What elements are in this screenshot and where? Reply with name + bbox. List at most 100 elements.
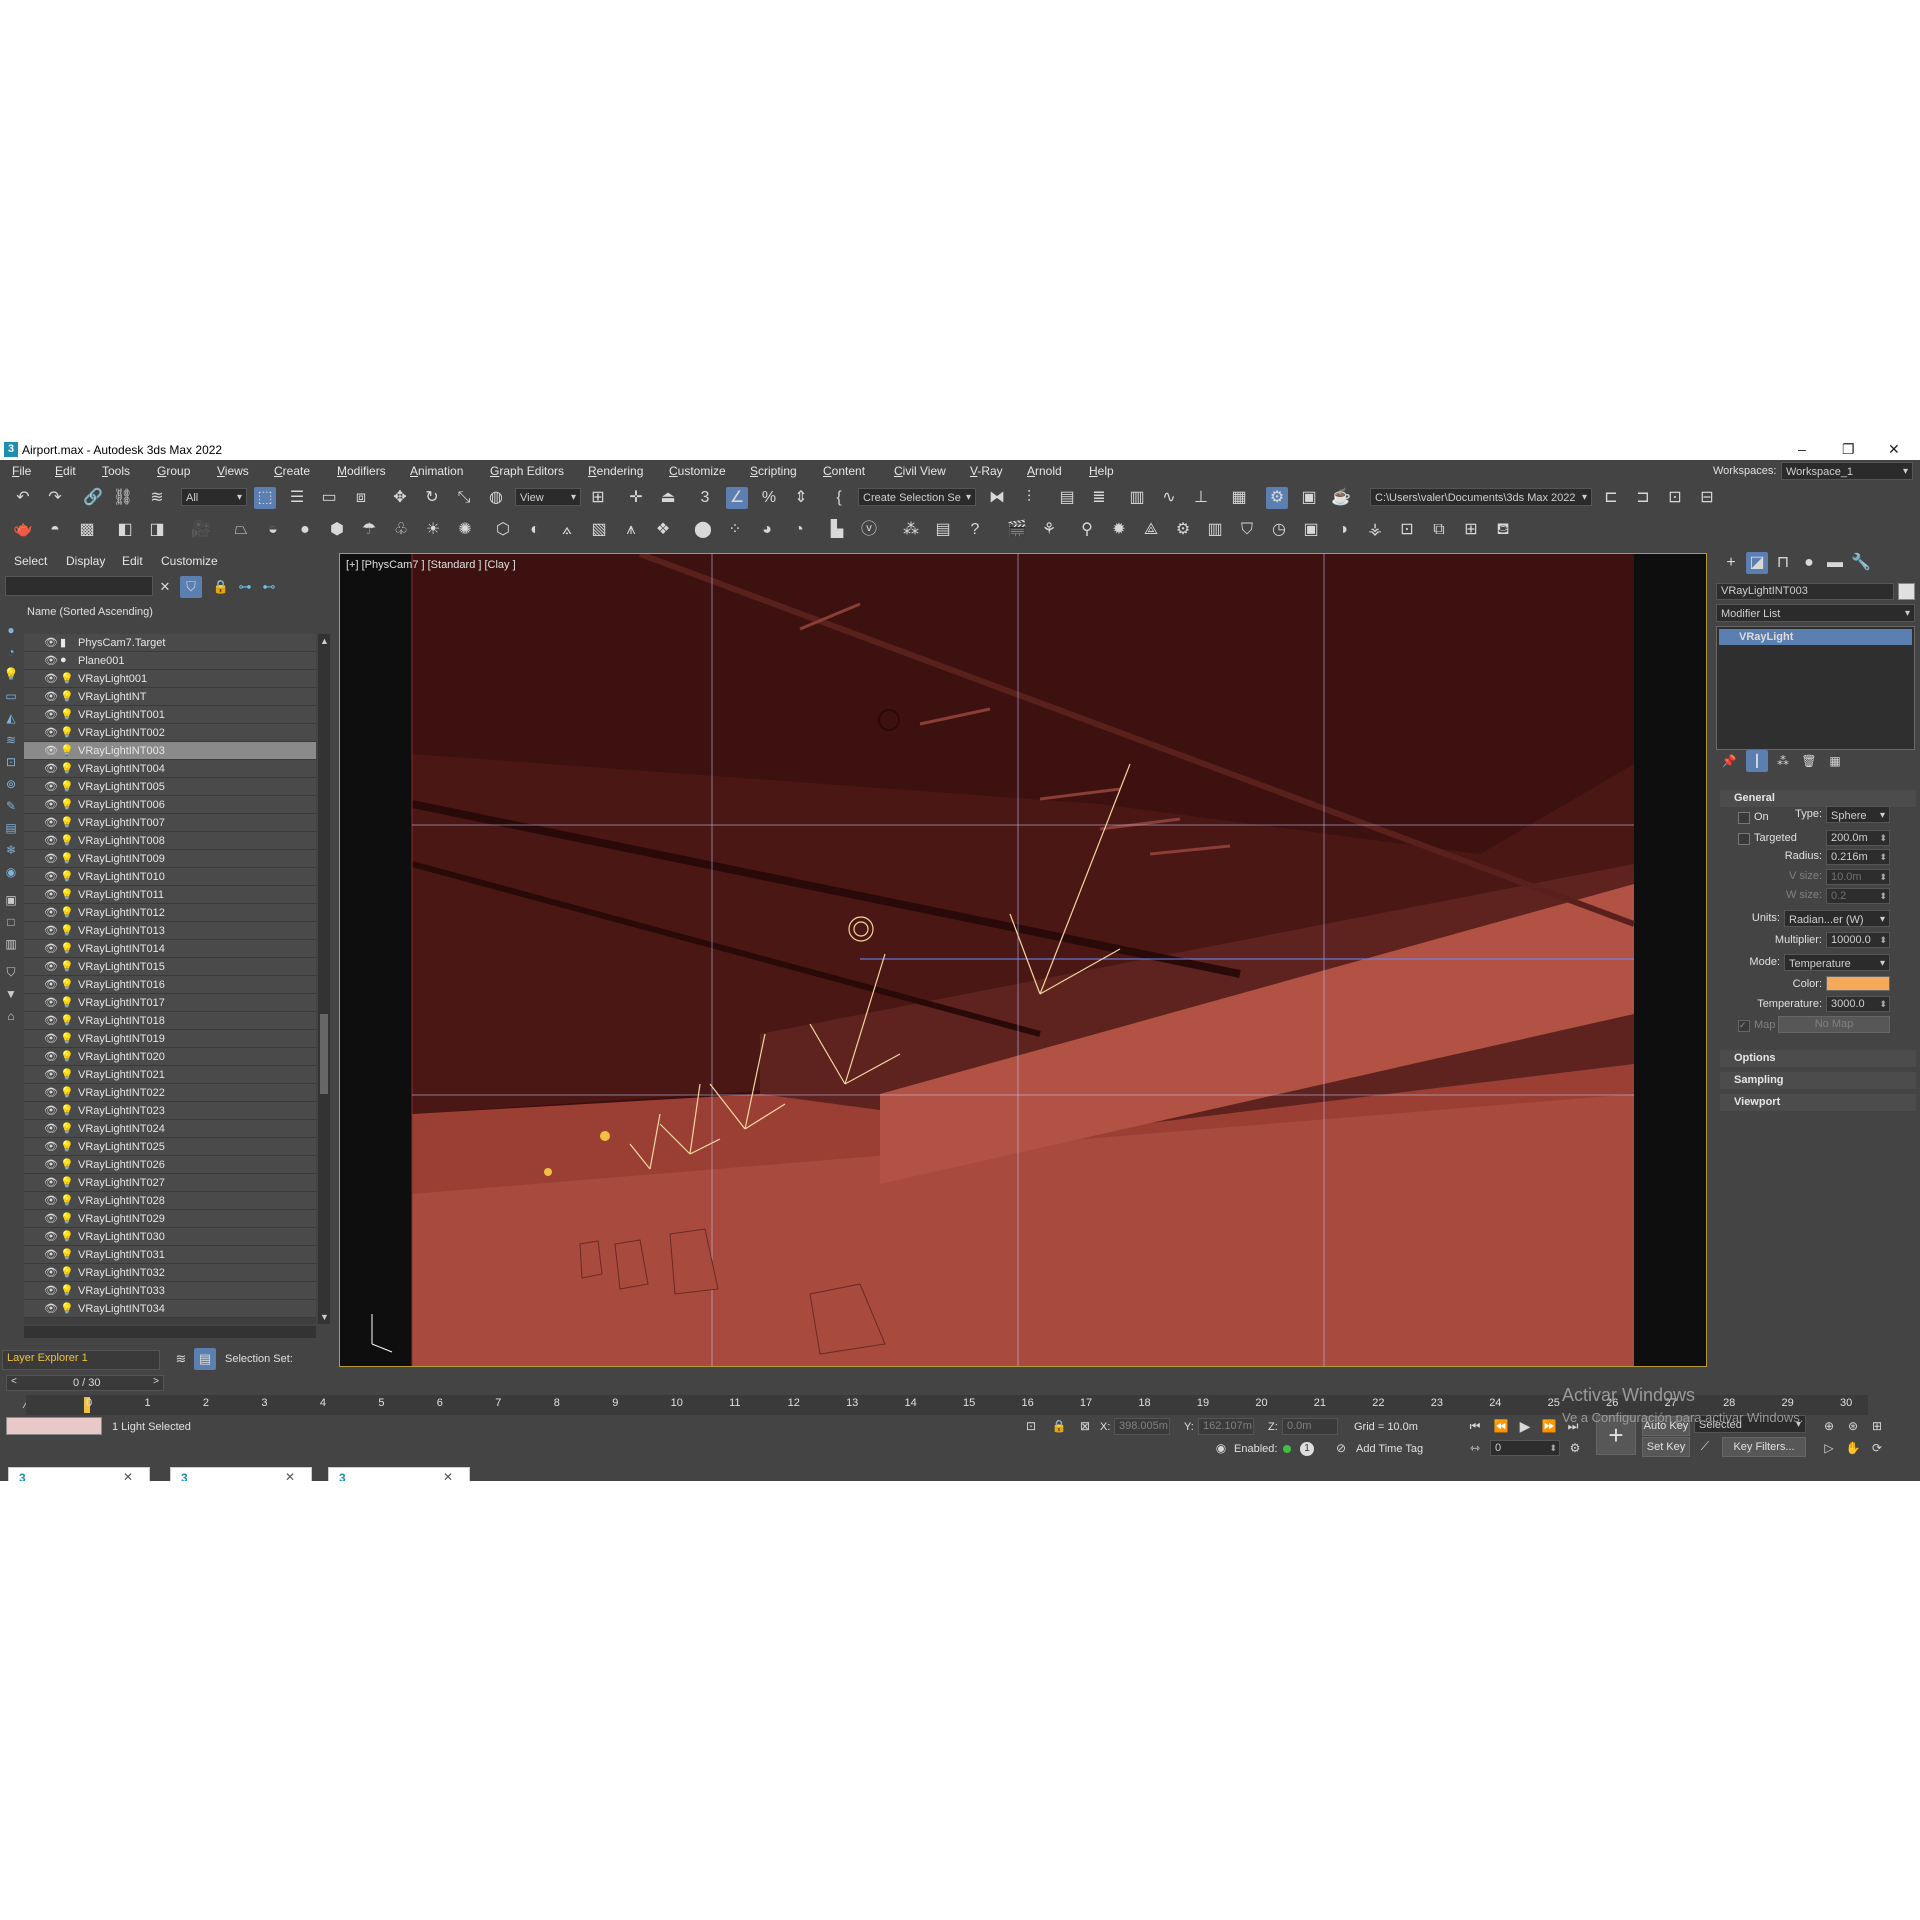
named-selection-dropdown[interactable]: Create Selection Se <box>858 488 976 507</box>
vray-light-material-icon[interactable]: ◕ <box>756 519 778 541</box>
invert-display-icon[interactable]: ▥ <box>3 936 19 952</box>
ribbon-icon[interactable]: ▥ <box>1126 487 1148 509</box>
display-geometry-icon[interactable]: ● <box>3 622 19 638</box>
vray-dome-light-icon[interactable]: ◒ <box>262 519 284 541</box>
vray-plane-light-icon[interactable]: ⏢ <box>230 519 252 541</box>
render-setup-icon[interactable]: ⚙ <box>1266 487 1288 509</box>
layer-explorer-dropdown[interactable]: Layer Explorer 1 <box>2 1350 160 1370</box>
list-item[interactable]: 👁 💡 VRayLightINT015 <box>24 958 316 976</box>
orbit-icon[interactable]: ⟳ <box>1866 1437 1888 1459</box>
render-production-icon[interactable]: ☕ <box>1330 487 1352 509</box>
visibility-eye-icon[interactable]: 👁 <box>44 978 58 991</box>
visibility-eye-icon[interactable]: 👁 <box>44 1176 58 1189</box>
display-groups-icon[interactable]: ⊡ <box>3 754 19 770</box>
list-item[interactable]: 👁 💡 VRayLightINT002 <box>24 724 316 742</box>
list-item[interactable]: 👁 💡 VRayLightINT005 <box>24 778 316 796</box>
layer-stack-icon[interactable]: ≋ <box>170 1348 192 1370</box>
z-coordinate-field[interactable]: 0.0m <box>1282 1418 1338 1435</box>
selection-lock-icon[interactable]: 🔒 <box>1048 1415 1070 1437</box>
targeted-checkbox[interactable] <box>1738 833 1750 845</box>
visibility-eye-icon[interactable]: 👁 <box>44 690 58 703</box>
list-item[interactable]: 👁 ▮ PhysCam7.Target <box>24 634 316 652</box>
list-item[interactable]: 👁 💡 VRayLightINT010 <box>24 868 316 886</box>
vray-mesh-light-icon[interactable]: ⬢ <box>326 519 348 541</box>
object-color-swatch[interactable] <box>1898 583 1915 600</box>
key-mode-toggle-icon[interactable]: ⇿ <box>1464 1437 1486 1459</box>
visibility-eye-icon[interactable]: 👁 <box>44 636 58 649</box>
display-tab-icon[interactable]: ▬ <box>1824 552 1846 574</box>
wsize-spinner[interactable]: 0.2 <box>1826 888 1890 904</box>
object-name-field[interactable]: VRayLightINT003 <box>1716 583 1894 600</box>
scene-explorer-toggle-icon[interactable]: ▤ <box>194 1348 216 1370</box>
arnold-ipr-icon[interactable]: ◷ <box>1268 519 1290 541</box>
vray-lister-icon[interactable]: ▙ <box>826 519 848 541</box>
redo-icon[interactable]: ↷ <box>44 487 66 509</box>
rectangular-selection-icon[interactable]: ▭ <box>318 487 340 509</box>
explorer-tab-customize[interactable]: Customize <box>161 554 218 568</box>
maximize-viewport-icon[interactable]: ⊞ <box>1866 1415 1888 1437</box>
light-color-swatch[interactable] <box>1826 976 1890 991</box>
zoom-icon[interactable]: ⊕ <box>1818 1415 1840 1437</box>
vray-ies-light-icon[interactable]: ☂ <box>358 519 380 541</box>
select-by-name-icon[interactable]: ☰ <box>286 487 308 509</box>
adaptive-degradation-icon[interactable]: ◉ <box>1210 1437 1232 1459</box>
remove-modifier-icon[interactable]: 🗑 <box>1798 750 1820 772</box>
visibility-eye-icon[interactable]: 👁 <box>44 852 58 865</box>
list-item[interactable]: 👁 💡 VRayLightINT012 <box>24 904 316 922</box>
arnold-viewport-icon[interactable]: ⊡ <box>1396 519 1418 541</box>
maximize-icon[interactable]: ❐ <box>1842 441 1855 458</box>
vray-decal-icon[interactable]: ▧ <box>588 519 610 541</box>
rollout-options[interactable]: Options <box>1720 1050 1916 1067</box>
display-lights-icon[interactable]: 💡 <box>3 666 19 682</box>
add-time-tag[interactable]: Add Time Tag <box>1356 1443 1423 1455</box>
menu-arnold[interactable]: Arnold <box>1027 464 1062 478</box>
map-checkbox[interactable]: ✓ <box>1738 1020 1750 1032</box>
arnold-crop-icon[interactable]: ⊞ <box>1460 519 1482 541</box>
list-item[interactable]: 👁 💡 VRayLightINT031 <box>24 1246 316 1264</box>
pan-view-icon[interactable]: ✋ <box>1842 1437 1864 1459</box>
visibility-eye-icon[interactable]: 👁 <box>44 762 58 775</box>
list-item[interactable]: 👁 💡 VRayLightINT019 <box>24 1030 316 1048</box>
visibility-eye-icon[interactable]: 👁 <box>44 1230 58 1243</box>
close-icon[interactable]: ✕ <box>1888 441 1900 458</box>
snaps-toggle-icon[interactable]: 3 <box>694 487 716 509</box>
field-of-view-icon[interactable]: ▷ <box>1818 1437 1840 1459</box>
list-item[interactable]: 👁 💡 VRayLightINT027 <box>24 1174 316 1192</box>
display-cameras-icon[interactable]: ▭ <box>3 688 19 704</box>
list-item[interactable]: 👁 💡 VRayLightINT020 <box>24 1048 316 1066</box>
configure-modifier-sets-icon[interactable]: ▦ <box>1824 750 1846 772</box>
on-checkbox[interactable] <box>1738 812 1750 824</box>
visibility-eye-icon[interactable]: 👁 <box>44 780 58 793</box>
vray-scene-icon[interactable]: ◨ <box>146 519 168 541</box>
vray-physical-camera-icon[interactable]: 🎥 <box>190 519 212 541</box>
window-crossing-icon[interactable]: ⧈ <box>350 487 372 509</box>
arnold-shader-icon[interactable]: ⛉ <box>1236 519 1258 541</box>
set-key-button[interactable]: Set Key <box>1642 1437 1690 1457</box>
mirror-icon[interactable]: ⧓ <box>986 487 1008 509</box>
list-item[interactable]: 👁 💡 VRayLightINT025 <box>24 1138 316 1156</box>
previous-frame-icon[interactable]: ⏪ <box>1490 1415 1512 1437</box>
keyboard-shortcut-icon[interactable]: ⏏ <box>657 487 679 509</box>
arnold-sky-icon[interactable]: ✹ <box>1108 519 1130 541</box>
place-icon[interactable]: ◍ <box>485 487 507 509</box>
list-item[interactable]: 👁 💡 VRayLight001 <box>24 670 316 688</box>
arnold-light-icon[interactable]: ⚲ <box>1076 519 1098 541</box>
visibility-eye-icon[interactable]: 👁 <box>44 1248 58 1261</box>
list-item[interactable]: 👁 💡 VRayLightINT011 <box>24 886 316 904</box>
viewport-physcam7[interactable]: [+] [PhysCam7 ] [Standard ] [Clay ] <box>339 553 1707 1367</box>
filter-selected-icon[interactable]: ⛉ <box>3 964 19 980</box>
material-editor-icon[interactable]: ▦ <box>1228 487 1250 509</box>
lock-icon[interactable]: 🔒 <box>210 576 232 598</box>
project-folder-dropdown[interactable]: C:\Users\valer\Documents\3ds Max 2022 <box>1370 488 1592 507</box>
list-item[interactable]: 👁 💡 VRayLightINT032 <box>24 1264 316 1282</box>
bind-space-warp-icon[interactable]: ≋ <box>146 487 168 509</box>
map-button[interactable]: No Map <box>1778 1016 1890 1033</box>
scene-explorer-icon[interactable]: ▤ <box>1056 487 1078 509</box>
list-horizontal-scrollbar[interactable] <box>24 1326 316 1338</box>
time-tag-icon[interactable]: ⊘ <box>1330 1437 1352 1459</box>
visibility-eye-icon[interactable]: 👁 <box>44 1302 58 1315</box>
list-item[interactable]: 👁 💡 VRayLightINT022 <box>24 1084 316 1102</box>
display-all-icon[interactable]: ▣ <box>3 892 19 908</box>
column-header-name[interactable]: Name (Sorted Ascending) <box>27 606 153 618</box>
list-item[interactable]: 👁 💡 VRayLightINT023 <box>24 1102 316 1120</box>
